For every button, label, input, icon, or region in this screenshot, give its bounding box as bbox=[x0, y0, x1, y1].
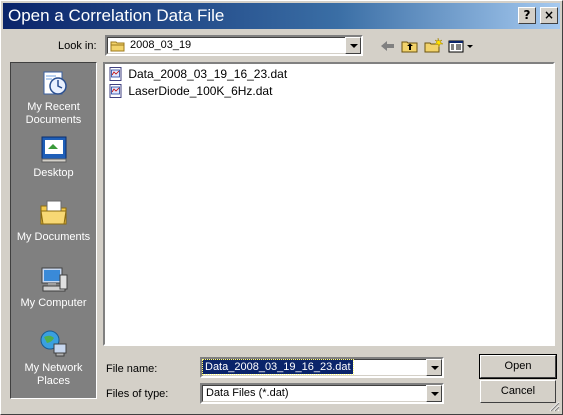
new-folder-icon[interactable] bbox=[422, 37, 444, 55]
resize-grip-icon[interactable] bbox=[548, 400, 560, 412]
file-name: LaserDiode_100K_6Hz.dat bbox=[128, 84, 273, 98]
file-name-dropdown-button[interactable] bbox=[426, 359, 442, 376]
list-item[interactable]: Data_2008_03_19_16_23.dat bbox=[109, 66, 287, 82]
desktop-icon bbox=[11, 133, 96, 165]
place-label: My Recent Documents bbox=[25, 101, 82, 126]
open-file-dialog: Open a Correlation Data File ? × Look in… bbox=[0, 0, 563, 415]
file-name: Data_2008_03_19_16_23.dat bbox=[128, 67, 288, 81]
dat-file-icon bbox=[109, 84, 128, 98]
places-bar: My Recent Documents Desktop My Documents… bbox=[10, 62, 97, 399]
window-title: Open a Correlation Data File bbox=[8, 6, 225, 25]
views-menu-icon[interactable] bbox=[446, 37, 476, 55]
place-my-documents[interactable]: My Documents bbox=[11, 197, 96, 244]
file-type-value: Data Files (*.dat) bbox=[206, 387, 289, 399]
open-button[interactable]: Open bbox=[479, 354, 557, 379]
place-my-computer[interactable]: My Computer bbox=[11, 263, 96, 310]
place-network[interactable]: My Network Places bbox=[11, 328, 96, 388]
file-name-label: File name: bbox=[106, 363, 158, 375]
file-type-select[interactable]: Data Files (*.dat) bbox=[200, 383, 444, 404]
place-label: My Network Places bbox=[24, 362, 83, 387]
place-label: Desktop bbox=[33, 167, 74, 179]
network-places-icon bbox=[11, 328, 96, 360]
close-button[interactable]: × bbox=[540, 7, 558, 24]
place-label: My Documents bbox=[16, 231, 91, 243]
place-recent-documents[interactable]: My Recent Documents bbox=[11, 67, 96, 127]
help-button[interactable]: ? bbox=[518, 7, 536, 24]
dat-file-icon bbox=[109, 67, 128, 81]
list-item[interactable]: LaserDiode_100K_6Hz.dat bbox=[109, 83, 272, 99]
file-type-label: Files of type: bbox=[106, 388, 169, 400]
up-folder-icon[interactable] bbox=[399, 37, 421, 55]
file-name-value: Data_2008_03_19_16_23.dat bbox=[202, 359, 354, 375]
look-in-label: Look in: bbox=[58, 40, 97, 52]
back-arrow-icon[interactable] bbox=[377, 37, 399, 55]
my-computer-icon bbox=[11, 263, 96, 295]
place-label: My Computer bbox=[20, 297, 87, 309]
recent-documents-icon bbox=[11, 67, 96, 99]
title-bar[interactable]: Open a Correlation Data File ? × bbox=[3, 3, 560, 29]
look-in-dropdown-button[interactable] bbox=[345, 37, 361, 54]
look-in-value: 2008_03_19 bbox=[130, 39, 192, 51]
folder-icon bbox=[110, 39, 126, 56]
file-name-input[interactable]: Data_2008_03_19_16_23.dat bbox=[200, 357, 444, 378]
file-type-dropdown-button[interactable] bbox=[426, 385, 442, 402]
my-documents-icon bbox=[11, 197, 96, 229]
cancel-button[interactable]: Cancel bbox=[480, 380, 556, 403]
look-in-combo[interactable]: 2008_03_19 bbox=[105, 35, 363, 56]
file-list[interactable]: Data_2008_03_19_16_23.dat LaserDiode_100… bbox=[103, 62, 555, 346]
place-desktop[interactable]: Desktop bbox=[11, 133, 96, 180]
